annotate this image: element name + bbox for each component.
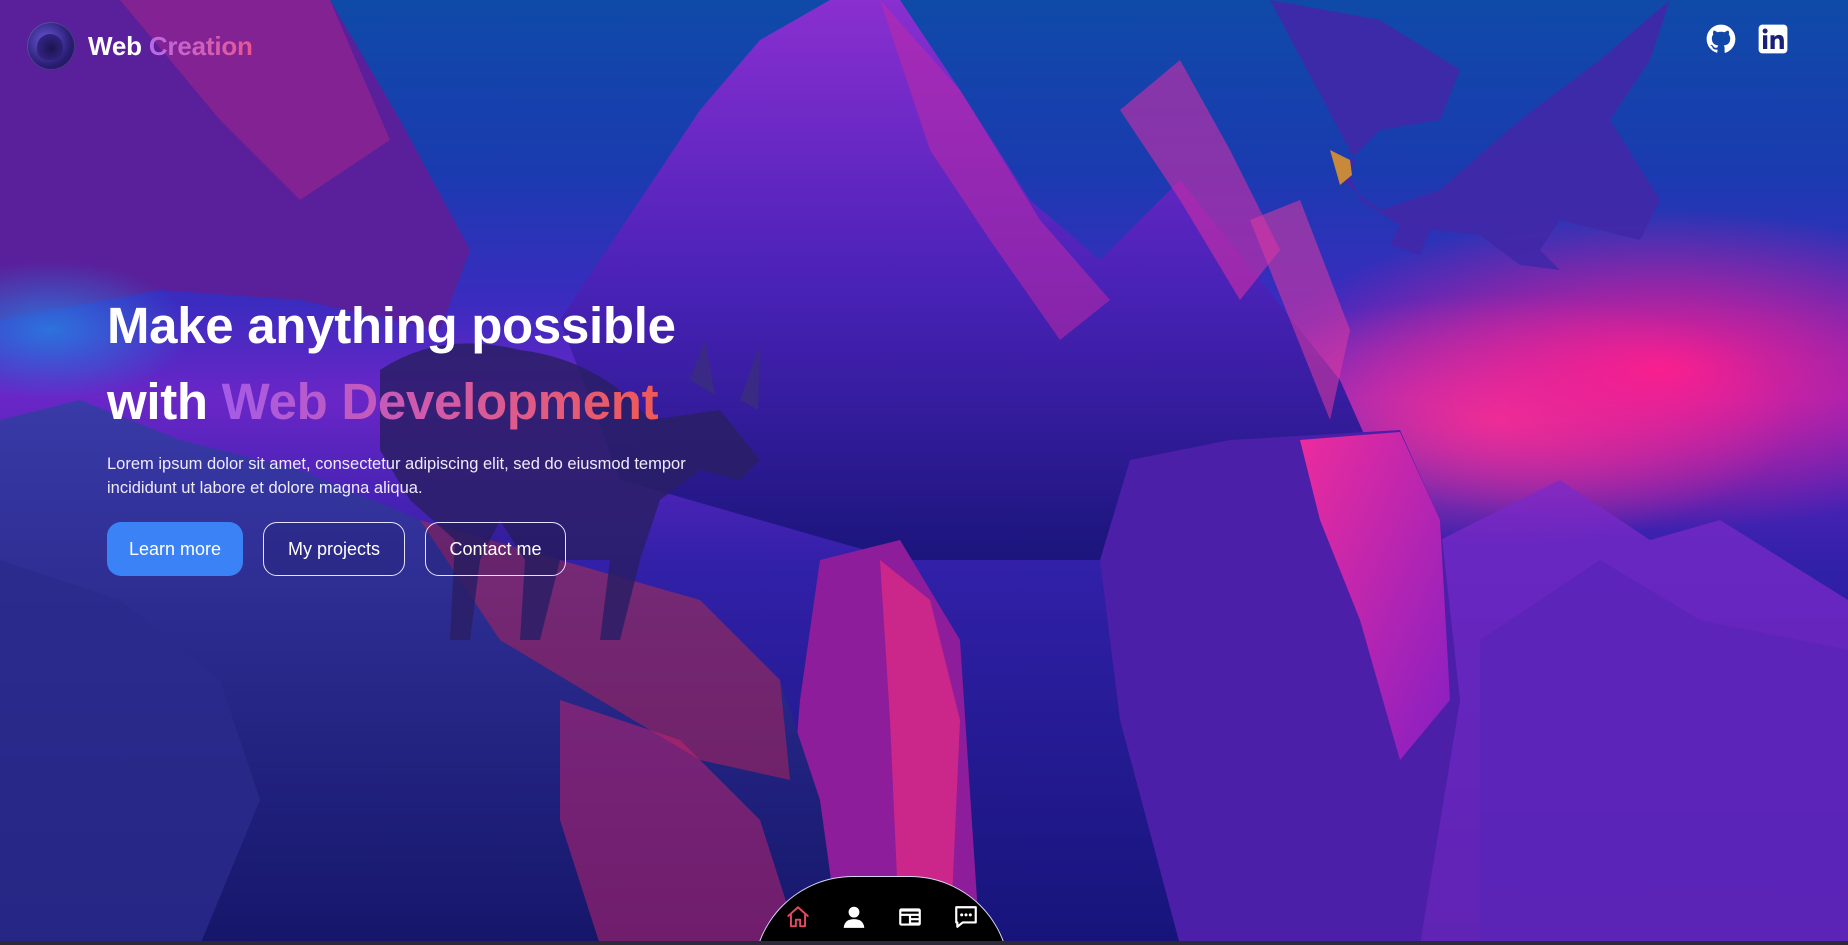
learn-more-button[interactable]: Learn more [107,522,243,576]
hero-description: Lorem ipsum dolor sit amet, consectetur … [107,455,686,497]
hero-title-prefix: with [107,373,208,430]
hero-section: Make anything possible with Web Developm… [107,288,867,576]
brand-name: Web Creation [88,31,253,62]
page-bottom-edge [0,941,1848,945]
contact-me-button[interactable]: Contact me [425,522,566,576]
brand[interactable]: Web Creation [27,22,253,70]
home-icon[interactable] [785,904,811,930]
hero-title-highlight: Web Development [221,373,659,430]
brand-name-part1: Web [88,30,142,61]
social-links [1706,24,1788,54]
github-icon[interactable] [1706,24,1736,54]
eagle-figure [1270,0,1670,270]
brand-name-part2: Creation [148,30,253,61]
hero-actions: Learn more My projects Contact me [107,522,867,576]
hero-title: Make anything possible with Web Developm… [107,288,867,440]
wolf-avatar-logo[interactable] [27,22,75,70]
user-icon[interactable] [841,904,867,930]
linkedin-icon[interactable] [1758,24,1788,54]
my-projects-button[interactable]: My projects [263,522,405,576]
projects-icon[interactable] [897,904,923,930]
hero-title-line1: Make anything possible [107,297,676,354]
chat-icon[interactable] [953,904,979,930]
